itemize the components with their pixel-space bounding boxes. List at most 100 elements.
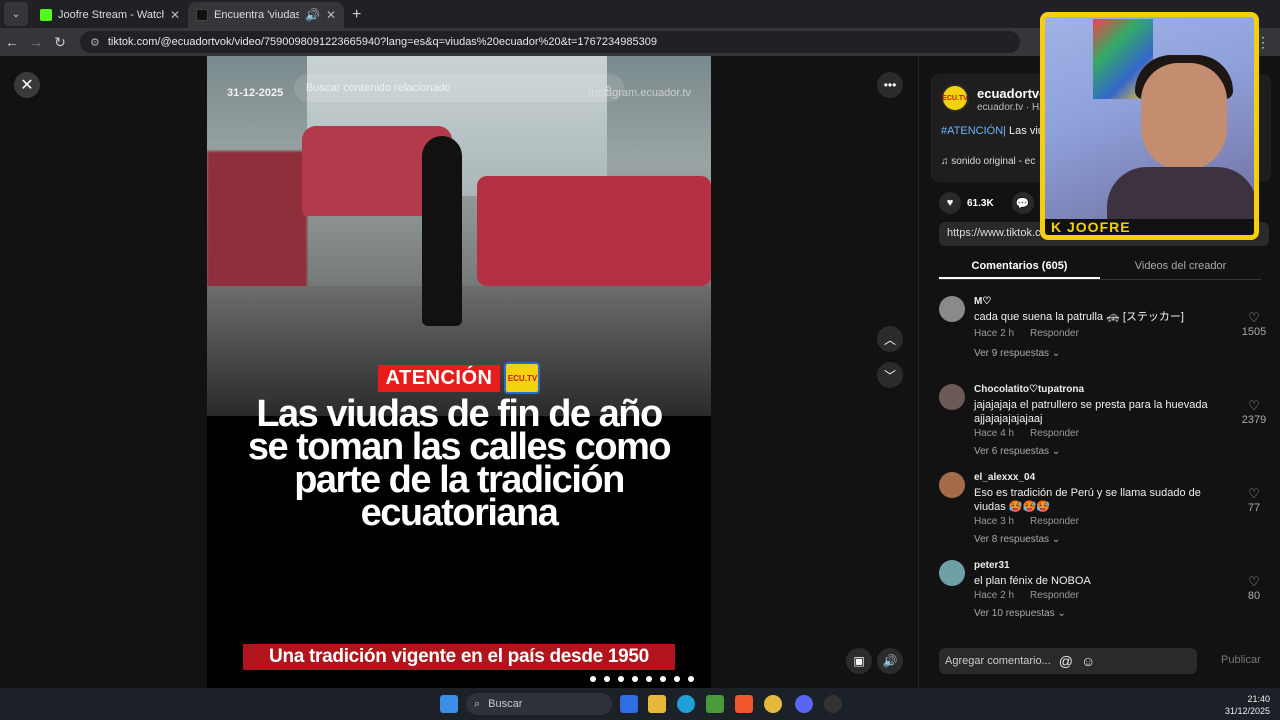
audio-icon[interactable]: 🔊 [305,8,320,22]
new-tab-button[interactable]: + [352,6,361,24]
url-field[interactable]: ⚙ tiktok.com/@ecuadortvok/video/75900980… [80,31,1020,53]
search-icon: ⌕ [474,697,481,710]
comment-like[interactable]: ♡ 1505 [1239,310,1269,338]
commenter-name[interactable]: el_alexxx_04 [974,472,1035,483]
kick-favicon-icon [40,9,52,21]
comment-like[interactable]: ♡ 80 [1239,574,1269,602]
slide-dot[interactable] [674,676,680,682]
hashtag-link[interactable]: #ATENCIÓN| [941,125,1006,137]
heart-outline-icon[interactable]: ♡ [1239,310,1269,326]
comment-item: Chocolatito♡tupatrona jajajajaja el patr… [939,380,1269,468]
streamer-face [1141,63,1227,171]
comment-input[interactable]: Agregar comentario... @ ☺ [939,648,1197,674]
reply-button[interactable]: Responder [1030,516,1079,527]
clock-time: 21:40 [1247,694,1270,704]
search-icon[interactable]: ⌕ [605,80,612,96]
floating-player-icon[interactable]: ▣ [846,648,872,674]
publish-button[interactable]: Publicar [1221,654,1261,666]
comment-text: el plan fénix de NOBOA [974,575,1091,587]
taskbar-search[interactable]: ⌕ Buscar [466,693,612,715]
comment-like[interactable]: ♡ 2379 [1239,398,1269,426]
reply-button[interactable]: Responder [1030,428,1079,439]
comment-like[interactable]: ♡ 77 [1239,486,1269,514]
tab-kick[interactable]: Joofre Stream - Watch Live on Kick ✕ [32,2,188,28]
reload-icon[interactable]: ↻ [48,34,72,51]
obs-icon[interactable] [824,695,842,713]
related-search-bar[interactable]: Buscar contenido relacionado ⌕ [294,74,624,102]
view-replies-button[interactable]: Ver 10 respuestas ⌄ [974,608,1066,619]
view-replies-button[interactable]: Ver 6 respuestas ⌄ [974,446,1060,457]
tab-close-icon[interactable]: ✕ [326,8,336,22]
comment-time: Hace 2 h [974,328,1015,339]
heart-outline-icon[interactable]: ♡ [1239,574,1269,590]
brave-icon[interactable] [735,695,753,713]
streamer-webcam: K JOOFRE [1040,12,1259,240]
emoji-icon[interactable]: ☺ [1081,653,1095,669]
view-replies-button[interactable]: Ver 9 respuestas ⌄ [974,348,1060,359]
sound-info[interactable]: ♫ sonido original - ec [941,156,1035,167]
panel-tabs: Comentarios (605) Videos del creador [939,254,1261,280]
comment-time: Hace 4 h [974,428,1015,439]
related-search-placeholder: Buscar contenido relacionado [306,82,451,94]
slide-dot[interactable] [646,676,652,682]
comment-meta: Hace 4 h Responder [974,428,1095,439]
commenter-name[interactable]: peter31 [974,560,1010,571]
comment-like-count: 77 [1247,502,1261,514]
slide-dot[interactable] [688,676,694,682]
heart-outline-icon[interactable]: ♡ [1239,398,1269,414]
comment-icon[interactable]: 💬 [1011,192,1034,214]
slide-dot[interactable] [618,676,624,682]
commenter-name[interactable]: Chocolatito♡tupatrona [974,384,1084,395]
channel-avatar[interactable]: ECU.TV [941,84,969,112]
comment-like-count: 80 [1247,590,1261,602]
scene-pickup-truck [477,176,711,286]
more-options-icon[interactable]: ••• [877,72,903,98]
slide-dot[interactable] [632,676,638,682]
like-count: 61.3K [967,197,994,209]
clock-date: 31/12/2025 [1224,706,1270,716]
site-info-icon[interactable]: ⚙ [90,36,100,49]
tab-tiktok[interactable]: Encuentra 'viudas ecuador' en TikTok 🔊 ✕ [188,2,344,28]
date-stamp: 31-12-2025 [227,87,284,99]
comment-like-count: 1505 [1241,326,1267,338]
mention-icon[interactable]: @ [1059,653,1073,669]
ecu-tv-logo: ECU.TV [504,362,541,394]
minecraft-icon[interactable] [706,695,724,713]
heart-outline-icon[interactable]: ♡ [1239,486,1269,502]
commenter-avatar[interactable] [939,296,965,322]
system-clock[interactable]: 21:40 31/12/2025 [1225,693,1270,717]
slide-dot[interactable] [660,676,666,682]
next-video-icon[interactable]: ﹀ [877,362,903,388]
comment-like-count: 2379 [1241,414,1267,426]
commenter-name[interactable]: M♡ [974,296,991,307]
volume-icon[interactable]: 🔊 [877,648,903,674]
streamer-label: K JOOFRE [1045,219,1254,235]
slide-dot[interactable] [604,676,610,682]
video-player[interactable]: 31-12-2025 instagram.ecuador.tv Buscar c… [207,56,711,688]
pen-app-icon[interactable] [620,695,638,713]
windows-start-icon[interactable] [440,695,458,713]
commenter-avatar[interactable] [939,560,965,586]
reply-button[interactable]: Responder [1030,328,1079,339]
previous-video-icon[interactable]: ︿ [877,326,903,352]
edge-icon[interactable] [677,695,695,713]
view-replies-button[interactable]: Ver 8 respuestas ⌄ [974,534,1060,545]
like-stat[interactable]: ♥ 61.3K [939,192,994,214]
taskbar: ⌕ Buscar 21:40 31/12/2025 [0,688,1280,720]
tab-creator-videos[interactable]: Videos del creador [1100,254,1261,279]
tab-close-icon[interactable]: ✕ [170,8,180,22]
commenter-avatar[interactable] [939,384,965,410]
heart-icon[interactable]: ♥ [939,192,961,214]
close-icon[interactable]: ✕ [14,72,40,98]
back-arrow-icon[interactable]: ← [0,34,24,50]
forward-arrow-icon[interactable]: → [24,34,48,50]
discord-icon[interactable] [795,695,813,713]
atencion-label: ATENCIÓN [377,364,501,392]
chrome-icon[interactable] [764,695,782,713]
tab-search-button[interactable]: ⌄ [4,2,28,26]
reply-button[interactable]: Responder [1030,590,1079,601]
folder-icon[interactable] [648,695,666,713]
slide-dot[interactable] [590,676,596,682]
commenter-avatar[interactable] [939,472,965,498]
tab-comments[interactable]: Comentarios (605) [939,254,1100,279]
